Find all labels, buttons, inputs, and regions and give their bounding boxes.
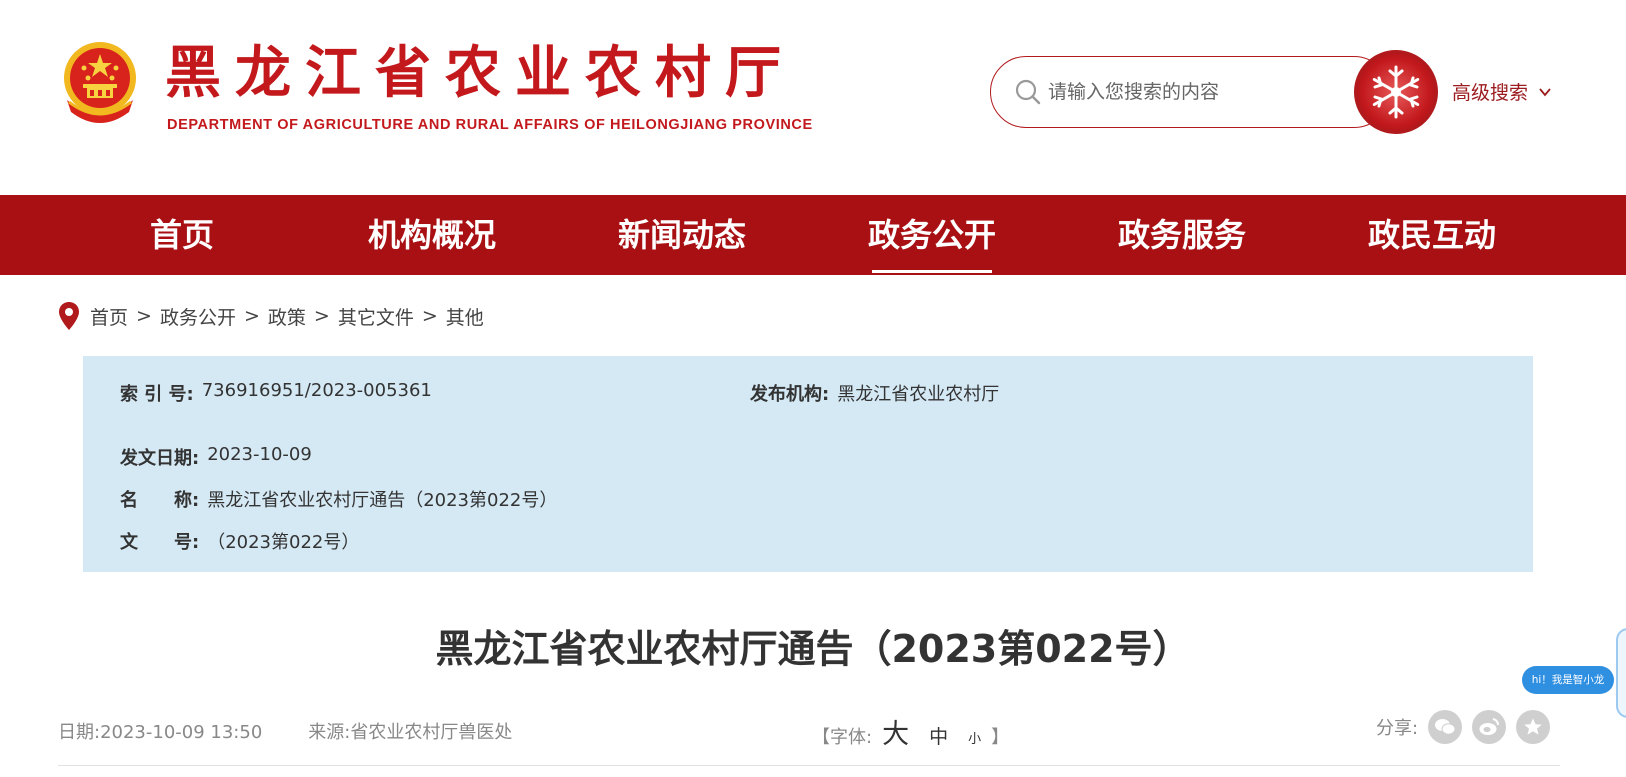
share-label: 分享: [1376,718,1419,739]
issue-date-label: 发文日期: [120,448,200,469]
assistant-chat-button[interactable]: hi！我是智小龙 [1522,666,1614,694]
document-number-label: 文 号: [120,532,200,553]
index-number-value: 736916951/2023-005361 [201,380,432,401]
nav-item-home[interactable]: 首页 [102,195,262,275]
article-source-label: 来源: [308,722,351,743]
article-meta: 日期:2023-10-09 13:50 来源:省农业农村厅兽医处 [58,718,512,744]
breadcrumb-separator: > [313,305,330,327]
site-title: 黑龙江省农业农村厅 [165,41,795,106]
emblem-icon [64,42,136,123]
document-name-row: 名 称: 黑龙江省农业农村厅通告（2023第022号） [120,486,557,512]
wechat-icon [1435,719,1456,735]
breadcrumb-policy[interactable]: 政策 [268,303,306,330]
breadcrumb: 首页 > 政务公开 > 政策 > 其它文件 > 其他 [58,300,484,332]
chevron-down-icon [1539,87,1551,96]
advanced-search-label: 高级搜索 [1452,82,1529,104]
font-size-close: 】 [991,727,1010,748]
index-number-row: 索 引 号: 736916951/2023-005361 [120,380,432,406]
nav-item-organization[interactable]: 机构概况 [352,195,512,275]
nav-item-government-affairs[interactable]: 政务公开 [852,195,1012,275]
breadcrumb-home[interactable]: 首页 [90,303,128,330]
snowflake-icon [1372,65,1420,119]
article-date-label: 日期: [58,722,101,743]
divider [58,765,1560,766]
font-size-small-button[interactable]: 小 [968,728,981,747]
nav-item-interaction[interactable]: 政民互动 [1352,195,1512,275]
star-icon [1524,718,1542,735]
share-bar: 分享: [1376,710,1551,744]
breadcrumb-separator: > [243,305,260,327]
article-date: 日期:2023-10-09 13:50 [58,718,262,744]
document-name-value: 黑龙江省农业农村厅通告（2023第022号） [207,490,558,511]
nav-item-government-services[interactable]: 政务服务 [1102,195,1262,275]
issue-date-row: 发文日期: 2023-10-09 [120,444,312,470]
breadcrumb-government-affairs[interactable]: 政务公开 [160,303,236,330]
breadcrumb-other-documents[interactable]: 其它文件 [338,303,414,330]
font-size-label: 【字体: [812,727,873,748]
site-subtitle: DEPARTMENT OF AGRICULTURE AND RURAL AFFA… [167,117,813,133]
nav-item-news[interactable]: 新闻动态 [602,195,762,275]
assistant-mascot[interactable] [1616,628,1626,718]
weibo-share-button[interactable] [1472,710,1507,744]
article-source: 来源:省农业农村厅兽医处 [308,718,512,744]
breadcrumb-other[interactable]: 其他 [446,303,484,330]
article-title: 黑龙江省农业农村厅通告（2023第022号） [435,627,1191,671]
article-date-value: 2023-10-09 13:50 [100,722,263,743]
search-input[interactable] [1048,73,1338,111]
document-number-value: （2023第022号） [207,532,360,553]
advanced-search-button[interactable]: 高级搜索 [1452,78,1552,105]
breadcrumb-separator: > [421,305,438,327]
breadcrumb-separator: > [136,305,152,327]
index-number-label: 索 引 号: [120,384,194,405]
article-source-value: 省农业农村厅兽医处 [350,722,513,743]
publisher-row: 发布机构: 黑龙江省农业农村厅 [750,380,999,406]
issue-date-value: 2023-10-09 [207,444,312,465]
publisher-value: 黑龙江省农业农村厅 [837,384,1000,405]
location-pin-icon [59,302,79,330]
wechat-share-button[interactable] [1428,710,1463,744]
font-size-control: 【字体: 大 中 小 】 [812,712,1009,751]
favorite-button[interactable] [1516,710,1551,744]
search-button[interactable] [1354,50,1438,134]
font-size-large-button[interactable]: 大 [882,712,909,751]
weibo-icon [1479,718,1500,735]
document-name-label: 名 称: [120,490,200,511]
document-number-row: 文 号: （2023第022号） [120,528,359,554]
main-nav: 首页 机构概况 新闻动态 政务公开 政务服务 政民互动 [0,195,1626,275]
font-size-medium-button[interactable]: 中 [929,722,948,749]
document-info-box: 索 引 号: 736916951/2023-005361 发布机构: 黑龙江省农… [83,356,1533,572]
publisher-label: 发布机构: [750,384,830,405]
search-icon[interactable] [1014,78,1042,106]
site-header: 黑龙江省农业农村厅 DEPARTMENT OF AGRICULTURE AND … [0,0,1626,195]
